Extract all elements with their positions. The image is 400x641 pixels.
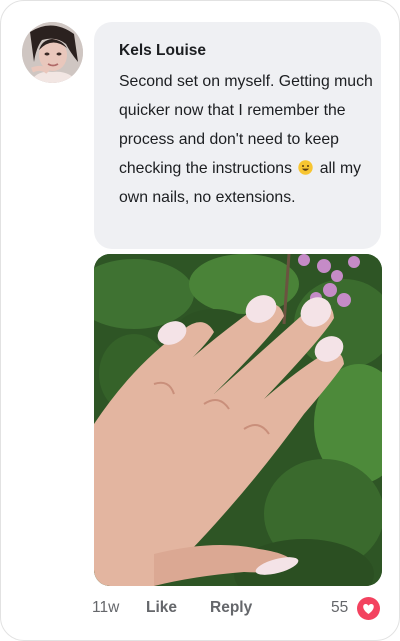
reply-button[interactable]: Reply	[210, 599, 252, 617]
reaction-count[interactable]: 55	[331, 599, 348, 617]
nails-photo[interactable]	[94, 254, 382, 586]
heart-icon[interactable]	[357, 597, 380, 620]
grinning-face-emoji	[298, 156, 314, 175]
like-button[interactable]: Like	[146, 599, 177, 617]
comment-author[interactable]: Kels Louise	[119, 42, 206, 60]
comment-card: Kels Louise Second set on myself. Gettin…	[0, 0, 400, 641]
comment-text: Second set on myself. Getting much quick…	[119, 67, 381, 212]
avatar[interactable]	[22, 22, 83, 83]
comment-timestamp: 11w	[92, 599, 120, 616]
comment-bubble: Kels Louise Second set on myself. Gettin…	[94, 22, 381, 249]
